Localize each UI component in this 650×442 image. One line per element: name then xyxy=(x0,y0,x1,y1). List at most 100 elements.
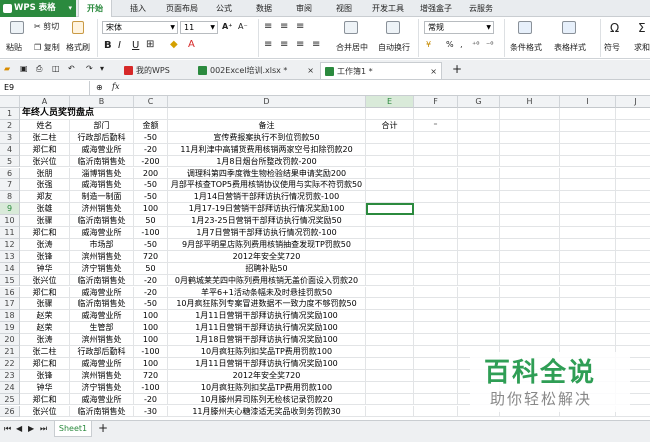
column-header-h[interactable]: H xyxy=(500,96,560,108)
first-sheet-icon[interactable]: ⏮ xyxy=(4,424,11,434)
cell-f11[interactable] xyxy=(414,227,458,239)
redo-icon[interactable]: ↷ xyxy=(86,64,93,73)
cell-f24[interactable] xyxy=(414,381,458,394)
column-header-f[interactable]: F xyxy=(414,96,458,108)
close-icon[interactable]: × xyxy=(430,63,437,80)
cell-b11[interactable]: 威海营业所 xyxy=(70,227,134,239)
cell-c4[interactable]: -20 xyxy=(134,143,168,156)
column-header-j[interactable]: J xyxy=(616,96,650,108)
cell-e18[interactable] xyxy=(366,310,414,323)
cell-f15[interactable] xyxy=(414,274,458,287)
underline-button[interactable]: U xyxy=(132,40,139,51)
chevron-down-icon[interactable]: ▾ xyxy=(100,64,104,73)
cell-e3[interactable] xyxy=(366,131,414,144)
cell-g18[interactable] xyxy=(458,310,500,323)
cell-d10[interactable]: 1月23-25日营销干部拜访执行情况奖励50 xyxy=(168,215,366,227)
cell-b3[interactable]: 行政部后勤科 xyxy=(70,131,134,144)
cell-i9[interactable] xyxy=(560,203,616,216)
row-header[interactable]: 11 xyxy=(0,227,20,239)
cell-e6[interactable] xyxy=(366,167,414,180)
row-header[interactable]: 19 xyxy=(0,322,20,335)
cell-f2[interactable]: ⁼ xyxy=(414,119,458,132)
cell-h10[interactable] xyxy=(500,215,560,227)
cell-e15[interactable] xyxy=(366,274,414,287)
cell-a7[interactable]: 张强 xyxy=(20,179,70,192)
conditional-format-button[interactable]: 条件格式 xyxy=(510,42,542,53)
format-painter-button[interactable]: 格式刷 xyxy=(66,42,90,53)
cell-c19[interactable]: 100 xyxy=(134,322,168,335)
cell-f5[interactable] xyxy=(414,155,458,168)
cell-h17[interactable] xyxy=(500,298,560,311)
cell-b16[interactable]: 威海营业所 xyxy=(70,286,134,299)
cell-b6[interactable]: 淄博销售处 xyxy=(70,167,134,180)
cell-h16[interactable] xyxy=(500,286,560,299)
cell-g17[interactable] xyxy=(458,298,500,311)
save-icon[interactable]: ▣ xyxy=(20,64,28,73)
cell-b20[interactable]: 滨州销售处 xyxy=(70,334,134,346)
cell-c14[interactable]: 50 xyxy=(134,262,168,275)
cell-f16[interactable] xyxy=(414,286,458,299)
cell-b8[interactable]: 制造一制面 xyxy=(70,191,134,204)
cell-e23[interactable] xyxy=(366,369,414,382)
cell-j19[interactable] xyxy=(616,322,650,335)
tab-enhance-box[interactable]: 增强盒子 xyxy=(414,0,458,17)
doc-tab-excel-training[interactable]: 002Excel培训.xlsx * × xyxy=(194,62,318,79)
cell-b19[interactable]: 生管部 xyxy=(70,322,134,335)
tab-cloud[interactable]: 云服务 xyxy=(462,0,500,17)
cell-g9[interactable] xyxy=(458,203,500,216)
cell-a15[interactable]: 张兴位 xyxy=(20,274,70,287)
cell-e4[interactable] xyxy=(366,143,414,156)
cell-c26[interactable]: -30 xyxy=(134,405,168,418)
cell-c15[interactable]: -20 xyxy=(134,274,168,287)
omega-icon[interactable]: Ω xyxy=(610,21,619,35)
cell-e1[interactable] xyxy=(366,108,414,120)
row-header[interactable]: 25 xyxy=(0,393,20,406)
cell-g10[interactable] xyxy=(458,215,500,227)
cell-i18[interactable] xyxy=(560,310,616,323)
cell-c16[interactable]: -20 xyxy=(134,286,168,299)
cell-e24[interactable] xyxy=(366,381,414,394)
row-header[interactable]: 4 xyxy=(0,143,20,156)
cell-f22[interactable] xyxy=(414,357,458,370)
cell-b9[interactable]: 济州销售处 xyxy=(70,203,134,216)
tab-data[interactable]: 数据 xyxy=(248,0,280,17)
cell-h2[interactable] xyxy=(500,119,560,132)
cell-g12[interactable] xyxy=(458,238,500,251)
cell-i14[interactable] xyxy=(560,262,616,275)
cell-a16[interactable]: 郑仁和 xyxy=(20,286,70,299)
cell-f23[interactable] xyxy=(414,369,458,382)
close-icon[interactable]: × xyxy=(307,62,314,79)
cell-c5[interactable]: -200 xyxy=(134,155,168,168)
cell-c24[interactable]: -100 xyxy=(134,381,168,394)
cell-e8[interactable] xyxy=(366,191,414,204)
column-header-c[interactable]: C xyxy=(134,96,168,108)
cell-c8[interactable]: -50 xyxy=(134,191,168,204)
cell-g20[interactable] xyxy=(458,334,500,346)
row-header[interactable]: 15 xyxy=(0,274,20,287)
column-header-b[interactable]: B xyxy=(70,96,134,108)
cell-c2[interactable]: 金额 xyxy=(134,119,168,132)
cell-e22[interactable] xyxy=(366,357,414,370)
cell-a25[interactable]: 郑仁和 xyxy=(20,393,70,406)
align-top-icon[interactable]: ≡ xyxy=(264,21,272,32)
cell-h18[interactable] xyxy=(500,310,560,323)
cell-f26[interactable] xyxy=(414,405,458,418)
cell-c20[interactable]: 100 xyxy=(134,334,168,346)
cell-g11[interactable] xyxy=(458,227,500,239)
cell-f3[interactable] xyxy=(414,131,458,144)
cell-j9[interactable] xyxy=(616,203,650,216)
cell-b25[interactable]: 威海营业所 xyxy=(70,393,134,406)
cell-i16[interactable] xyxy=(560,286,616,299)
brush-icon[interactable] xyxy=(72,21,84,34)
cell-j13[interactable] xyxy=(616,251,650,263)
align-bottom-icon[interactable]: ≡ xyxy=(296,21,304,32)
row-header[interactable]: 2 xyxy=(0,119,20,132)
cell-d14[interactable]: 招聘补贴50 xyxy=(168,262,366,275)
column-header-a[interactable]: A xyxy=(20,96,70,108)
italic-button[interactable]: I xyxy=(118,40,121,51)
cell-e14[interactable] xyxy=(366,262,414,275)
tab-formula[interactable]: 公式 xyxy=(208,0,240,17)
cell-j6[interactable] xyxy=(616,168,650,180)
cell-b7[interactable]: 威海销售处 xyxy=(70,179,134,192)
cell-a24[interactable]: 钟华 xyxy=(20,381,70,394)
